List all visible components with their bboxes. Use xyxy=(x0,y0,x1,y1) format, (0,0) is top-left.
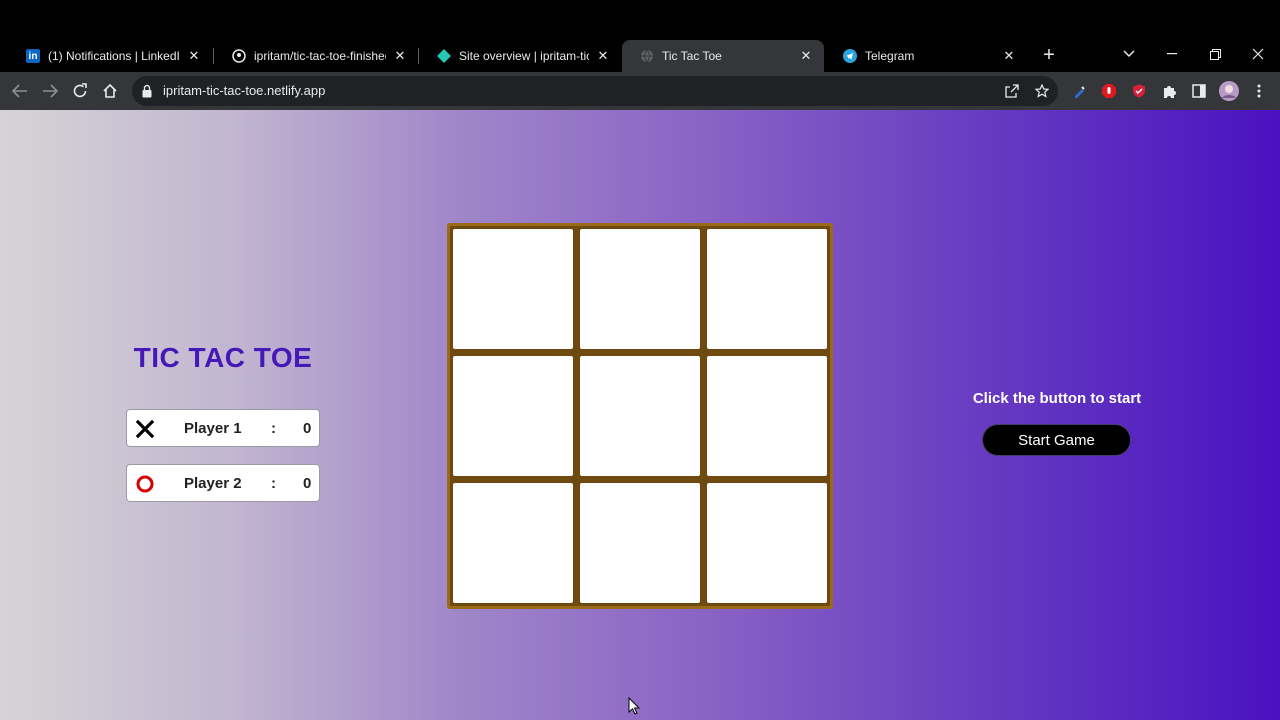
github-icon xyxy=(232,49,246,63)
side-panel-icon[interactable] xyxy=(1188,80,1210,102)
close-icon[interactable]: ✕ xyxy=(392,48,408,64)
adblock-extension-icon[interactable] xyxy=(1098,80,1120,102)
tab-title: ipritam/tic-tac-toe-finishedP xyxy=(254,49,386,63)
avatar[interactable] xyxy=(1218,80,1240,102)
restore-button[interactable] xyxy=(1203,42,1227,66)
start-message: Click the button to start xyxy=(972,390,1142,407)
tab-telegram[interactable]: Telegram ✕ xyxy=(825,40,1027,72)
player-name: Player 2 xyxy=(184,475,242,492)
mouse-cursor-icon xyxy=(628,697,640,715)
reload-button[interactable] xyxy=(68,79,92,103)
x-icon xyxy=(135,419,155,439)
board-cell-7[interactable] xyxy=(453,483,573,603)
new-tab-button[interactable]: + xyxy=(1038,44,1060,66)
restore-icon xyxy=(1209,48,1221,60)
minimize-icon xyxy=(1167,53,1177,55)
minimize-button[interactable] xyxy=(1160,42,1184,66)
globe-icon xyxy=(640,49,654,63)
start-game-button[interactable]: Start Game xyxy=(982,424,1131,456)
player-score: 0 xyxy=(303,475,312,492)
board-cell-6[interactable] xyxy=(707,356,827,476)
o-icon xyxy=(135,474,155,494)
tab-search-button[interactable] xyxy=(1117,42,1141,66)
tab-title: Tic Tac Toe xyxy=(662,49,722,63)
tab-title: (1) Notifications | LinkedIn xyxy=(48,49,180,63)
browser-toolbar: ipritam-tic-tac-toe.netlify.app xyxy=(0,72,1280,110)
close-icon[interactable]: ✕ xyxy=(798,48,814,64)
board-cell-2[interactable] xyxy=(580,229,700,349)
player-2-card: Player 2 : 0 xyxy=(126,464,320,502)
page-title: TIC TAC TOE xyxy=(133,342,313,373)
arrow-right-icon xyxy=(43,84,58,98)
address-bar[interactable]: ipritam-tic-tac-toe.netlify.app xyxy=(132,76,1058,106)
board-cell-5[interactable] xyxy=(580,356,700,476)
lock-icon xyxy=(142,84,152,98)
forward-button[interactable] xyxy=(38,79,62,103)
tab-title: Site overview | ipritam-tic-tac xyxy=(459,49,589,63)
player-1-card: Player 1 : 0 xyxy=(126,409,320,447)
close-window-button[interactable] xyxy=(1246,42,1270,66)
board-cell-4[interactable] xyxy=(453,356,573,476)
netlify-icon xyxy=(437,49,451,63)
tab-linkedin[interactable]: in (1) Notifications | LinkedIn ✕ xyxy=(8,40,212,72)
shield-extension-icon[interactable] xyxy=(1128,80,1150,102)
close-icon xyxy=(1252,48,1264,60)
board-cell-9[interactable] xyxy=(707,483,827,603)
player-name: Player 1 xyxy=(184,420,242,437)
arrow-left-icon xyxy=(12,84,27,98)
linkedin-icon: in xyxy=(26,49,40,63)
tab-title: Telegram xyxy=(865,49,915,63)
close-icon[interactable]: ✕ xyxy=(595,48,611,64)
close-icon[interactable]: ✕ xyxy=(186,48,202,64)
score-separator: : xyxy=(271,475,276,492)
board-cell-1[interactable] xyxy=(453,229,573,349)
tab-netlify[interactable]: Site overview | ipritam-tic-tac ✕ xyxy=(419,40,621,72)
chevron-down-icon xyxy=(1123,50,1135,58)
reload-icon xyxy=(73,83,87,98)
tab-tic-tac-toe[interactable]: Tic Tac Toe ✕ xyxy=(622,40,824,72)
star-icon[interactable] xyxy=(1033,82,1051,100)
game-board xyxy=(447,223,833,609)
back-button[interactable] xyxy=(8,79,32,103)
url-text: ipritam-tic-tac-toe.netlify.app xyxy=(163,83,326,98)
board-cell-3[interactable] xyxy=(707,229,827,349)
player-score: 0 xyxy=(303,420,312,437)
tab-strip: in (1) Notifications | LinkedIn ✕ iprita… xyxy=(0,0,1280,72)
eyedropper-extension-icon[interactable] xyxy=(1069,80,1091,102)
kebab-menu-icon[interactable] xyxy=(1248,80,1270,102)
score-separator: : xyxy=(271,420,276,437)
tab-github[interactable]: ipritam/tic-tac-toe-finishedP ✕ xyxy=(214,40,418,72)
telegram-icon xyxy=(843,49,857,63)
game-page: TIC TAC TOE Player 1 : 0 Player 2 : 0 Cl… xyxy=(0,110,1280,720)
board-cell-8[interactable] xyxy=(580,483,700,603)
close-icon[interactable]: ✕ xyxy=(1001,48,1017,64)
home-button[interactable] xyxy=(98,79,122,103)
puzzle-icon[interactable] xyxy=(1158,80,1180,102)
share-icon[interactable] xyxy=(1003,82,1021,100)
home-icon xyxy=(103,83,117,98)
